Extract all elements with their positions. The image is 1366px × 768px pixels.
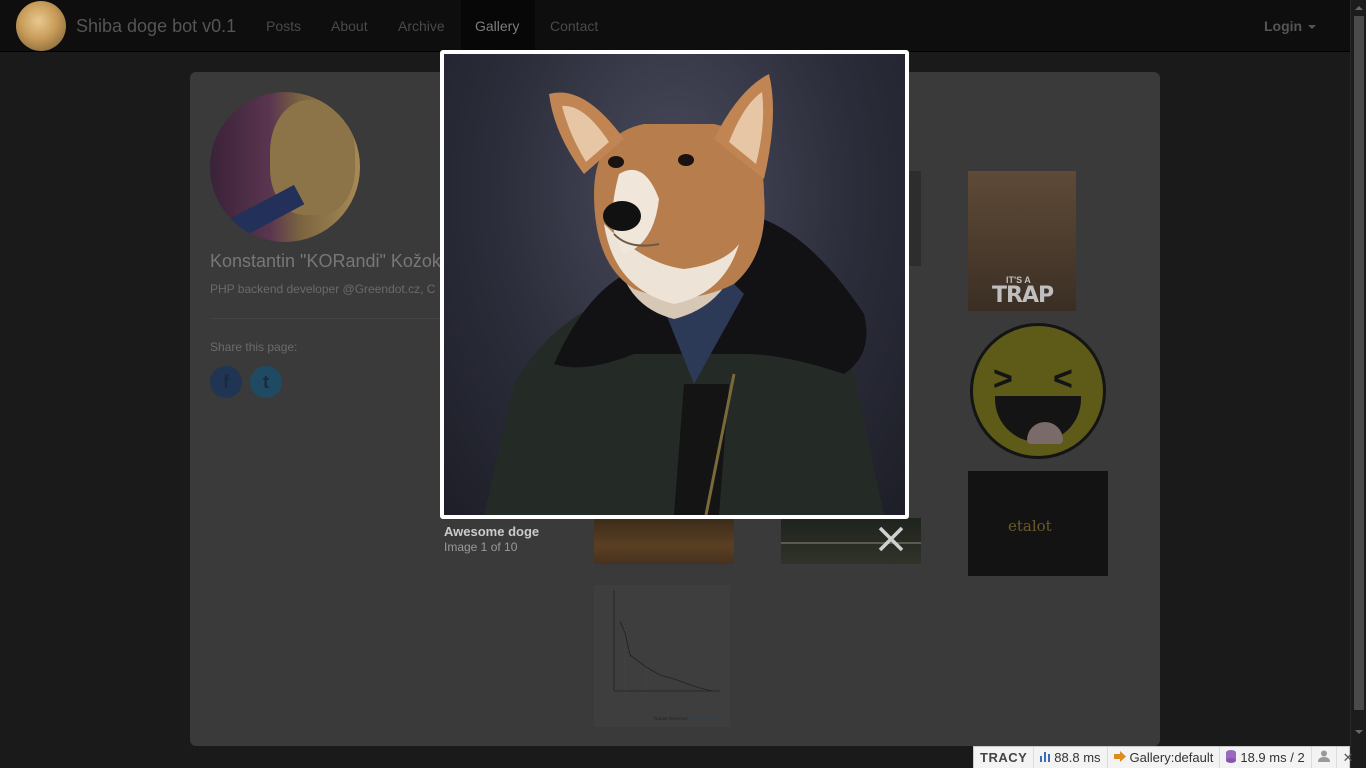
tracy-debug-bar: TRACY 88.8 ms Gallery:default 18.9 ms / … (973, 746, 1354, 768)
gallery-thumb-etalot[interactable]: etalot (968, 471, 1108, 576)
tracy-time-panel[interactable]: 88.8 ms (1034, 746, 1108, 768)
chart-thumb-footer-journal: Nature Reviews (654, 717, 687, 722)
tracy-close-button[interactable]: ✕ (1337, 747, 1360, 768)
close-icon: ✕ (1342, 749, 1354, 765)
lightbox-close-button[interactable] (874, 522, 908, 556)
login-dropdown[interactable]: Login (1264, 18, 1317, 34)
nav-item-contact[interactable]: Contact (550, 18, 598, 34)
gallery-thumb-forest[interactable] (594, 518, 734, 564)
share-label: Share this page: (210, 340, 298, 354)
user-icon (1317, 750, 1330, 765)
facebook-icon: f (223, 372, 229, 392)
twitter-share-button[interactable]: t (250, 366, 282, 398)
scrollbar-thumb[interactable] (1354, 16, 1364, 710)
close-icon (878, 526, 904, 552)
bar-chart-icon (1040, 750, 1051, 765)
tracy-user-panel[interactable] (1312, 746, 1337, 768)
lightbox-image[interactable] (444, 54, 905, 515)
trap-big-text: TRAP (992, 283, 1054, 308)
tracy-db-value: 18.9 ms / 2 (1240, 750, 1305, 765)
shiba-in-jacket-image (484, 74, 884, 515)
gallery-thumb-smiley[interactable]: > < (970, 323, 1106, 459)
chart-thumb-footer-link: Neuroscience (689, 717, 717, 722)
tracy-database-panel[interactable]: 18.9 ms / 2 (1220, 746, 1312, 768)
nav-item-about[interactable]: About (331, 18, 368, 34)
brand-title[interactable]: Shiba doge bot v0.1 (76, 16, 236, 37)
tracy-presenter-value: Gallery:default (1129, 750, 1214, 765)
scroll-up-arrow-icon[interactable] (1355, 6, 1363, 10)
gallery-thumb-its-a-trap[interactable]: IT'S A TRAP (968, 171, 1076, 311)
tracy-time-value: 88.8 ms (1054, 750, 1101, 765)
database-icon (1226, 749, 1237, 766)
smiley-right-eye-icon: < (1053, 360, 1073, 398)
lightbox-caption: Awesome doge (444, 524, 540, 539)
chart-thumb-footer: Nature Reviews | Neuroscience (654, 717, 717, 722)
navbar: Shiba doge bot v0.1 Posts About Archive … (0, 0, 1350, 52)
scroll-down-arrow-icon[interactable] (1355, 730, 1363, 734)
lightbox-frame (440, 50, 909, 519)
arrow-right-icon (1113, 750, 1126, 765)
nav-item-gallery[interactable]: Gallery (475, 18, 519, 34)
login-label: Login (1264, 18, 1303, 34)
author-description: PHP backend developer @Greendot.cz, C (210, 282, 436, 296)
nav-item-archive[interactable]: Archive (398, 18, 445, 34)
profile-divider (210, 318, 440, 319)
page-scrollbar[interactable] (1350, 0, 1366, 768)
etalot-logo-text: etalot (1008, 517, 1052, 535)
nav-item-posts[interactable]: Posts (266, 18, 301, 34)
author-avatar (210, 92, 360, 242)
gallery-thumb-chart[interactable]: Nature Reviews | Neuroscience (594, 585, 730, 727)
tracy-logo[interactable]: TRACY (974, 746, 1035, 768)
tracy-presenter-panel[interactable]: Gallery:default (1108, 746, 1221, 768)
chart-thumbnail-graphic (613, 590, 720, 692)
smiley-left-eye-icon: > (993, 360, 1013, 398)
lightbox-counter: Image 1 of 10 (444, 540, 518, 554)
author-name: Konstantin "KORandi" Kožok (210, 251, 441, 271)
caret-down-icon (1308, 25, 1317, 30)
twitter-icon: t (263, 372, 269, 392)
facebook-share-button[interactable]: f (210, 366, 242, 398)
brand-logo[interactable] (16, 1, 66, 51)
